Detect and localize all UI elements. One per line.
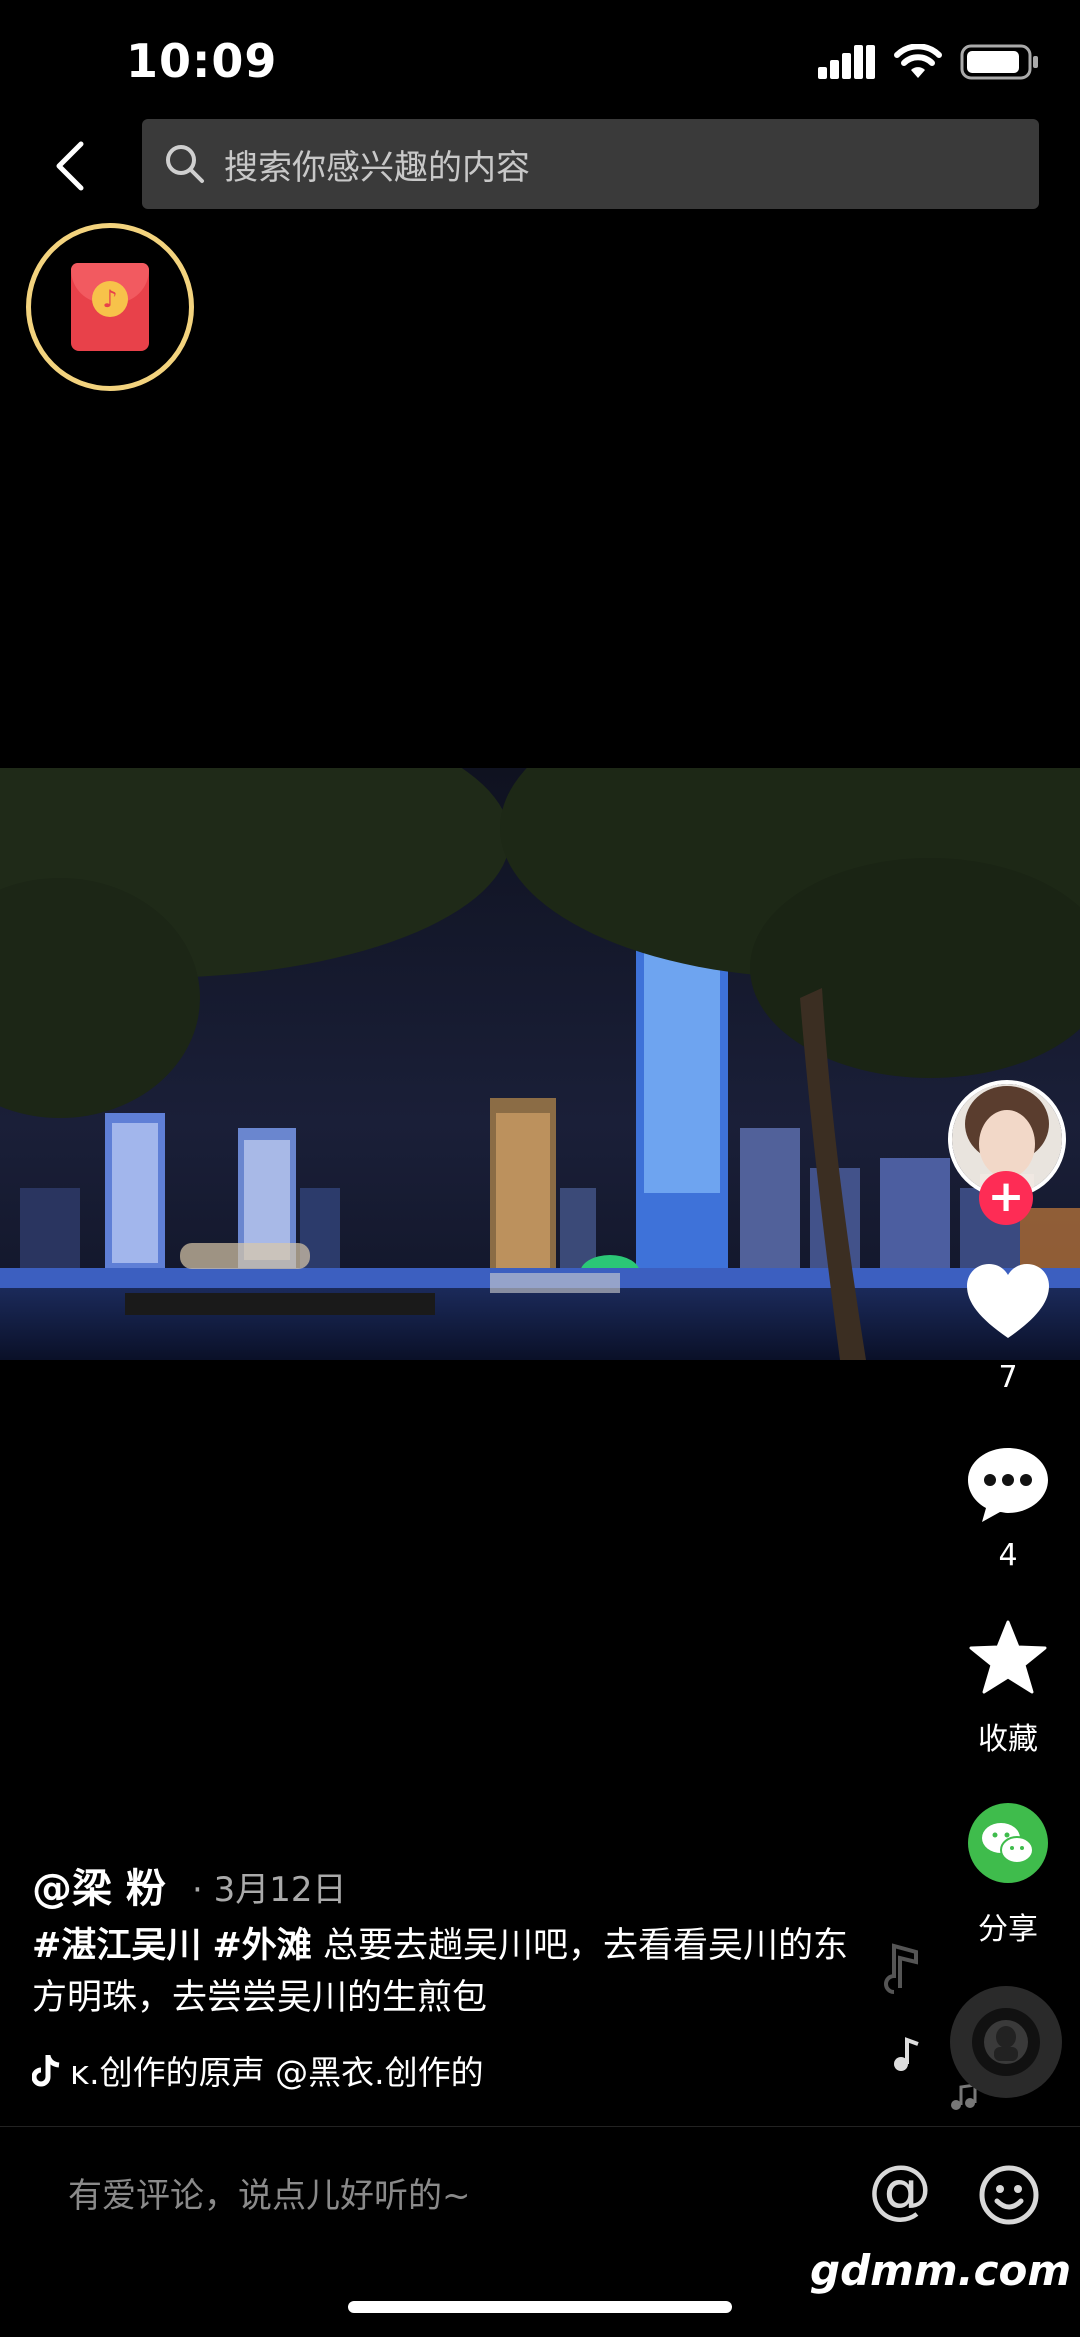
hashtag-link[interactable]: #湛江吴川	[32, 1926, 201, 1966]
video-player[interactable]	[0, 768, 1080, 1360]
wifi-icon	[894, 44, 942, 78]
tiktok-note-icon	[32, 2055, 60, 2087]
like-button[interactable]	[965, 1262, 1051, 1340]
red-packet-button[interactable]: ♪	[26, 223, 194, 391]
mention-button[interactable]: @	[868, 2153, 932, 2227]
music-link[interactable]: ᴋ.创作的原声 @黑衣.创作的	[32, 2046, 484, 2094]
battery-icon	[960, 44, 1038, 80]
search-bar[interactable]: 搜索你感兴趣的内容	[142, 119, 1039, 209]
search-icon	[166, 145, 204, 183]
post-date: · 3月12日	[192, 1870, 347, 1910]
music-disc-icon	[972, 2008, 1040, 2076]
music-disc-button[interactable]	[950, 1986, 1062, 2098]
post-description: #湛江吴川 #外滩 总要去趟吴川吧，去看看吴川的东方明珠，去尝尝吴川的生煎包	[32, 1920, 852, 2024]
music-note-icon	[882, 1942, 922, 2004]
wechat-icon	[968, 1803, 1048, 1883]
heart-icon	[967, 1264, 1049, 1338]
status-time: 10:09	[126, 34, 278, 88]
home-indicator	[348, 2301, 732, 2313]
status-icons	[818, 44, 1040, 80]
author-name[interactable]: @梁 粉	[32, 1856, 166, 1914]
back-button[interactable]	[40, 130, 100, 202]
search-placeholder: 搜索你感兴趣的内容	[224, 147, 530, 188]
comment-input[interactable]: 有爱评论，说点儿好听的~	[68, 2168, 471, 2217]
share-button[interactable]	[965, 1802, 1051, 1884]
music-note-small-icon	[892, 2036, 922, 2076]
comment-button[interactable]	[965, 1446, 1051, 1524]
comment-count: 4	[998, 1538, 1018, 1573]
signal-icon	[818, 45, 875, 79]
star-icon	[969, 1620, 1047, 1694]
emoji-icon	[979, 2165, 1039, 2225]
favorite-label: 收藏	[978, 1722, 1038, 1757]
follow-button[interactable]: +	[979, 1171, 1033, 1225]
share-label: 分享	[978, 1912, 1038, 1947]
chevron-left-icon	[56, 141, 84, 191]
watermark: gdmm.com	[810, 2246, 1072, 2295]
favorite-button[interactable]	[965, 1620, 1051, 1696]
divider	[0, 2126, 1080, 2127]
comment-icon	[968, 1448, 1048, 1522]
video-frame	[0, 768, 1080, 1360]
red-envelope-icon: ♪	[71, 263, 149, 351]
hashtag-link[interactable]: #外滩	[212, 1926, 311, 1966]
music-title: ᴋ.创作的原声 @黑衣.创作的	[70, 2053, 484, 2092]
emoji-button[interactable]	[978, 2164, 1040, 2230]
like-count: 7	[998, 1360, 1018, 1395]
